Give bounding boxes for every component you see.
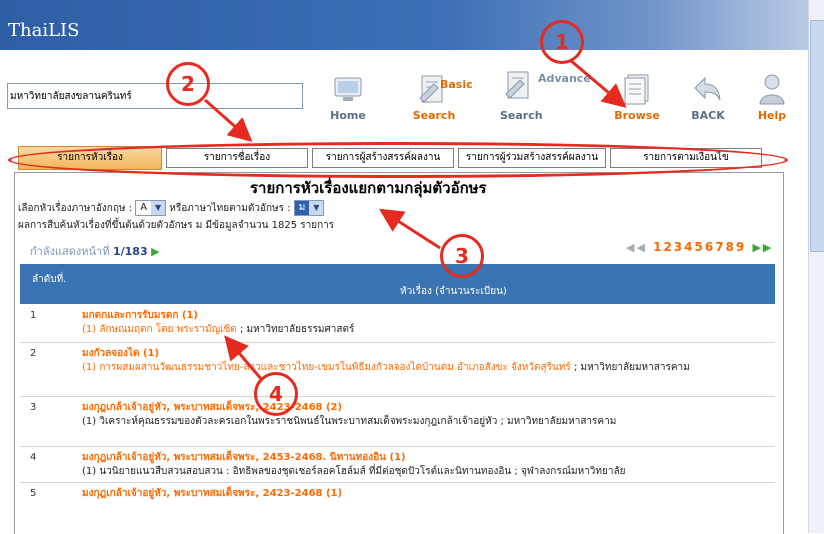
thai-letter-label: หรือภาษาไทยตามตัวอักษร : bbox=[169, 203, 291, 214]
back-button[interactable]: BACK bbox=[686, 72, 730, 122]
home-label: Home bbox=[330, 109, 366, 122]
subject-heading-link[interactable]: มกดกและการรับมรดก (1) bbox=[82, 309, 765, 323]
annotation-marker-1: 1 bbox=[540, 20, 584, 64]
basic-search-label: Search bbox=[412, 109, 456, 122]
browse-document-icon bbox=[624, 74, 649, 105]
english-letter-select[interactable]: A ▼ bbox=[135, 200, 167, 216]
row-number: 2 bbox=[30, 348, 37, 359]
page-indicator-label: กำลังแสดงหน้าที่ bbox=[30, 245, 110, 258]
institution-field[interactable]: มหาวิทยาลัยสงขลานครินทร์ bbox=[7, 83, 303, 109]
english-letter-value: A bbox=[140, 202, 148, 213]
home-icon bbox=[334, 77, 362, 101]
help-label: Help bbox=[757, 109, 787, 122]
record-source: ; มหาวิทยาลัยมหาสารคาม bbox=[570, 362, 690, 373]
app-header: ThaiLIS bbox=[0, 0, 808, 50]
column-header-no: ลำดับที่. bbox=[32, 274, 67, 285]
pagination: ◀◀ 123456789 ▶▶ bbox=[626, 240, 773, 254]
chevron-down-icon: ▼ bbox=[151, 201, 166, 215]
english-letter-label: เลือกหัวเรื่องภาษาอังกฤษ : bbox=[18, 203, 133, 214]
page-links[interactable]: 123456789 bbox=[653, 240, 746, 254]
advance-search-label: Search bbox=[500, 109, 543, 122]
brand-logo: ThaiLIS bbox=[8, 20, 80, 41]
row-number: 5 bbox=[30, 488, 37, 499]
chevron-down-icon: ▼ bbox=[309, 201, 324, 215]
table-header: ลำดับที่. หัวเรื่อง (จำนวนระเบียน) bbox=[20, 264, 775, 304]
page-title: รายการหัวเรื่องแยกตามกลุ่มตัวอักษร bbox=[250, 179, 487, 197]
table-row: 1 มกดกและการรับมรดก (1) (1) ลักษณมฤดก โด… bbox=[20, 306, 775, 343]
table-row: 4 มงกุฎเกล้าเจ้าอยู่หัว, พระบาทสมเด็จพระ… bbox=[20, 448, 775, 483]
basic-label-top: Basic bbox=[440, 78, 473, 91]
vertical-scrollbar[interactable] bbox=[808, 0, 824, 533]
advance-label-top: Advance bbox=[538, 72, 591, 85]
back-arrow-icon bbox=[694, 76, 721, 101]
record-source: ; จุฬาลงกรณ์มหาวิทยาลัย bbox=[511, 466, 626, 477]
help-person-icon bbox=[759, 74, 785, 105]
record-link[interactable]: (1) การผสมผสานวัฒนธรรมชาวไทย-ลาวและชาวไท… bbox=[82, 362, 571, 373]
row-number: 1 bbox=[30, 310, 37, 321]
home-button[interactable]: Home bbox=[326, 72, 370, 122]
page-indicator: กำลังแสดงหน้าที่ 1/183 ▶ bbox=[30, 242, 160, 260]
subject-heading-link[interactable]: มงกุฎเกล้าเจ้าอยู่หัว, พระบาทสมเด็จพระ, … bbox=[82, 401, 765, 415]
last-page-icon[interactable]: ▶▶ bbox=[752, 241, 773, 254]
annotation-marker-4: 4 bbox=[254, 372, 298, 416]
advance-search-icon bbox=[505, 71, 529, 99]
record-link[interactable]: (1) ลักษณมฤดก โดย พระรามัญเซิด bbox=[82, 324, 237, 335]
letter-filter: เลือกหัวเรื่องภาษาอังกฤษ : A ▼ หรือภาษาไท… bbox=[18, 200, 325, 216]
scrollbar-thumb[interactable] bbox=[810, 20, 824, 252]
page-indicator-value: 1/183 bbox=[112, 245, 148, 258]
row-number: 3 bbox=[30, 402, 37, 413]
table-row: 5 มงกุฎเกล้าเจ้าอยู่หัว, พระบาทสมเด็จพระ… bbox=[20, 484, 775, 533]
basic-search-button[interactable]: Basic Search bbox=[396, 72, 473, 122]
record-title[interactable]: (1) วิเคราะห์คุณธรรมของตัวละครเอกในพระรา… bbox=[82, 416, 497, 427]
record-title[interactable]: (1) นวนิยายแนวสืบสวนสอบสวน : อิทธิพลของช… bbox=[82, 466, 511, 477]
browse-button[interactable]: Browse bbox=[612, 72, 662, 122]
annotation-marker-2: 2 bbox=[166, 62, 210, 106]
tabs-highlight-oval bbox=[8, 142, 788, 178]
help-button[interactable]: Help bbox=[752, 72, 792, 122]
thai-letter-select[interactable]: ม ▼ bbox=[293, 200, 325, 216]
subject-heading-link[interactable]: มงกุฎเกล้าเจ้าอยู่หัว, พระบาทสมเด็จพระ, … bbox=[82, 451, 765, 465]
browse-label: Browse bbox=[614, 109, 660, 122]
record-source: ; มหาวิทยาลัยมหาสารคาม bbox=[497, 416, 617, 427]
first-page-icon[interactable]: ◀◀ bbox=[626, 241, 647, 254]
next-arrow-icon[interactable]: ▶ bbox=[151, 245, 159, 258]
annotation-marker-3: 3 bbox=[440, 234, 484, 278]
table-row: 3 มงกุฎเกล้าเจ้าอยู่หัว, พระบาทสมเด็จพระ… bbox=[20, 398, 775, 447]
result-summary: ผลการสืบค้นหัวเรื่องที่ขึ้นต้นด้วยตัวอัก… bbox=[18, 220, 335, 231]
table-row: 2 มงกัวลจองได (1) (1) การผสมผสานวัฒนธรรม… bbox=[20, 344, 775, 397]
advance-search-button[interactable]: Advance Search bbox=[498, 68, 591, 122]
subject-heading-link[interactable]: มงกัวลจองได (1) bbox=[82, 347, 765, 361]
record-source: ; มหาวิทยาลัยธรรมศาสตร์ bbox=[236, 324, 355, 335]
row-number: 4 bbox=[30, 452, 37, 463]
subject-heading-link[interactable]: มงกุฎเกล้าเจ้าอยู่หัว, พระบาทสมเด็จพระ, … bbox=[82, 487, 765, 501]
column-header-subject: หัวเรื่อง (จำนวนระเบียน) bbox=[400, 286, 507, 297]
thai-letter-value: ม bbox=[298, 202, 306, 213]
back-label: BACK bbox=[691, 109, 725, 122]
